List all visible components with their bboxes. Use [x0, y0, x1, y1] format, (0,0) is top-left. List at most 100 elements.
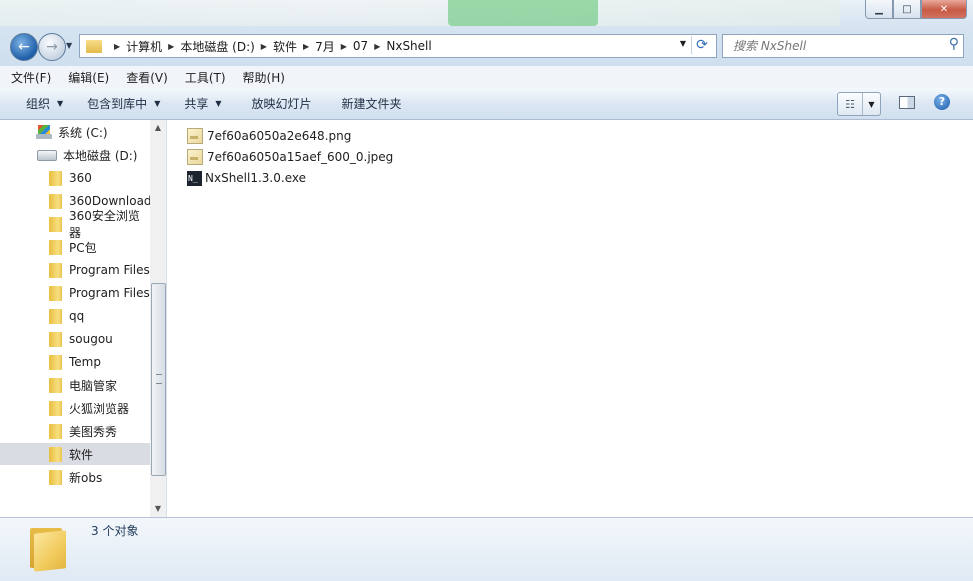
folder-icon: [86, 39, 102, 53]
scrollbar-thumb[interactable]: [151, 283, 166, 476]
file-item[interactable]: N_ NxShell1.3.0.exe: [187, 168, 306, 188]
nav-label: 360Download: [69, 194, 152, 208]
breadcrumb-july[interactable]: 7月: [315, 38, 335, 55]
slideshow-button[interactable]: 放映幻灯片: [234, 88, 324, 119]
menu-view[interactable]: 查看(V): [115, 69, 174, 86]
item-count: 3 个对象: [91, 524, 139, 538]
nav-folder[interactable]: 火狐浏览器: [0, 397, 150, 419]
file-item[interactable]: 7ef60a6050a2e648.png: [187, 126, 351, 146]
change-view-button[interactable]: ☷ ▼: [837, 92, 881, 116]
command-bar: 组织 ▼ 包含到库中 ▼ 共享 ▼ 放映幻灯片 新建文件夹 ☷ ▼ ?: [0, 88, 973, 120]
address-bar[interactable]: ▶ 计算机 ▶ 本地磁盘 (D:) ▶ 软件 ▶ 7月 ▶ 07 ▶ NxShe…: [79, 34, 717, 58]
arrow-right-icon: →: [46, 39, 58, 55]
nav-scrollbar[interactable]: ▲ ▼: [150, 120, 166, 517]
breadcrumb-nxshell[interactable]: NxShell: [386, 39, 431, 53]
folder-icon: [49, 354, 62, 370]
file-name: NxShell1.3.0.exe: [205, 171, 306, 185]
breadcrumb-drive-d[interactable]: 本地磁盘 (D:): [180, 38, 254, 55]
search-input[interactable]: [731, 35, 935, 57]
nav-folder[interactable]: PC包: [0, 236, 150, 258]
nav-label: 软件: [69, 447, 94, 462]
refresh-icon[interactable]: ⟳: [691, 36, 712, 54]
folder-icon: [49, 262, 62, 278]
folder-icon: [49, 446, 62, 462]
nav-folder[interactable]: Temp: [0, 351, 150, 373]
menu-help[interactable]: 帮助(H): [232, 69, 291, 86]
chevron-right-icon[interactable]: ▶: [261, 42, 267, 51]
folder-icon: [49, 170, 62, 186]
breadcrumb-computer[interactable]: 计算机: [126, 38, 162, 55]
nav-folder[interactable]: 美图秀秀: [0, 420, 150, 442]
scroll-down-arrow-icon[interactable]: ▼: [150, 501, 166, 517]
nav-folder[interactable]: Program Files: [0, 282, 150, 304]
share-label: 共享: [184, 97, 209, 111]
folder-icon: [49, 400, 62, 416]
background-blur: [0, 0, 840, 26]
breadcrumb-07[interactable]: 07: [353, 39, 368, 53]
recent-pages-dropdown[interactable]: ▼: [66, 41, 72, 50]
file-list: 7ef60a6050a2e648.png 7ef60a6050a15aef_60…: [167, 120, 973, 517]
nav-folder[interactable]: 360: [0, 167, 150, 189]
details-pane: 3 个对象: [0, 517, 973, 581]
breadcrumb-software[interactable]: 软件: [273, 38, 297, 55]
folder-icon: [49, 285, 62, 301]
folder-front-shape: [34, 530, 66, 572]
menu-bar: 文件(F) 编辑(E) 查看(V) 工具(T) 帮助(H): [0, 66, 973, 89]
organize-button[interactable]: 组织 ▼: [0, 88, 75, 119]
preview-pane-icon[interactable]: [899, 96, 915, 109]
include-library-label: 包含到库中: [87, 97, 148, 111]
chevron-down-icon: ▼: [215, 99, 222, 108]
help-icon[interactable]: ?: [934, 94, 950, 110]
search-icon[interactable]: ⚲: [949, 36, 959, 52]
forward-button[interactable]: →: [38, 33, 66, 61]
scroll-up-arrow-icon[interactable]: ▲: [150, 120, 166, 136]
nav-folder[interactable]: 新obs: [0, 466, 150, 488]
chevron-right-icon[interactable]: ▶: [114, 42, 120, 51]
share-button[interactable]: 共享 ▼: [172, 88, 233, 119]
nav-label: 电脑管家: [69, 378, 118, 393]
search-box[interactable]: ⚲: [722, 34, 964, 58]
system-drive-icon: [36, 125, 52, 139]
menu-tools[interactable]: 工具(T): [174, 69, 232, 86]
chevron-right-icon[interactable]: ▶: [168, 42, 174, 51]
nav-folder-selected[interactable]: 软件: [0, 443, 150, 465]
nav-label: Temp: [69, 355, 101, 369]
file-name: 7ef60a6050a15aef_600_0.jpeg: [207, 150, 394, 164]
nav-drive-c[interactable]: 系统 (C:): [0, 121, 150, 143]
breadcrumb: ▶ 计算机 ▶ 本地磁盘 (D:) ▶ 软件 ▶ 7月 ▶ 07 ▶ NxShe…: [108, 36, 432, 56]
menu-file[interactable]: 文件(F): [0, 69, 57, 86]
menu-edit[interactable]: 编辑(E): [57, 69, 115, 86]
include-in-library-button[interactable]: 包含到库中 ▼: [75, 88, 172, 119]
nav-label: Program Files: [69, 286, 150, 300]
close-button[interactable]: ✕: [921, 0, 967, 19]
back-button[interactable]: ←: [10, 33, 38, 61]
chevron-right-icon[interactable]: ▶: [303, 42, 309, 51]
view-options-icon[interactable]: ☷: [838, 93, 863, 115]
nav-label: 系统 (C:): [58, 125, 108, 140]
minimize-button[interactable]: ▁: [865, 0, 893, 19]
window-controls: ▁ □ ✕: [865, 0, 967, 20]
new-folder-button[interactable]: 新建文件夹: [324, 88, 414, 119]
nav-folder[interactable]: 电脑管家: [0, 374, 150, 396]
chevron-down-icon: ▼: [154, 99, 161, 108]
folder-icon: [49, 331, 62, 347]
background-green-button: [448, 0, 598, 26]
folder-large-icon: [28, 524, 68, 572]
nav-folder[interactable]: 360安全浏览器: [0, 209, 150, 240]
nav-folder[interactable]: Program Files: [0, 259, 150, 281]
organize-label: 组织: [26, 97, 51, 111]
nav-label: qq: [69, 309, 85, 323]
explorer-window: ▁ □ ✕ ← → ▼ ▶ 计算机 ▶ 本地磁盘 (D:) ▶ 软件 ▶ 7月 …: [0, 0, 973, 581]
nav-folder[interactable]: qq: [0, 305, 150, 327]
chevron-down-icon[interactable]: ▼: [863, 93, 880, 115]
nav-drive-d[interactable]: 本地磁盘 (D:): [0, 144, 150, 166]
arrow-left-icon: ←: [18, 39, 30, 55]
chevron-right-icon[interactable]: ▶: [374, 42, 380, 51]
folder-icon: [49, 469, 62, 485]
file-item[interactable]: 7ef60a6050a15aef_600_0.jpeg: [187, 147, 393, 167]
maximize-button[interactable]: □: [893, 0, 921, 19]
folder-icon: [49, 308, 62, 324]
address-history-dropdown[interactable]: ▼: [680, 39, 686, 48]
chevron-right-icon[interactable]: ▶: [341, 42, 347, 51]
nav-folder[interactable]: sougou: [0, 328, 150, 350]
